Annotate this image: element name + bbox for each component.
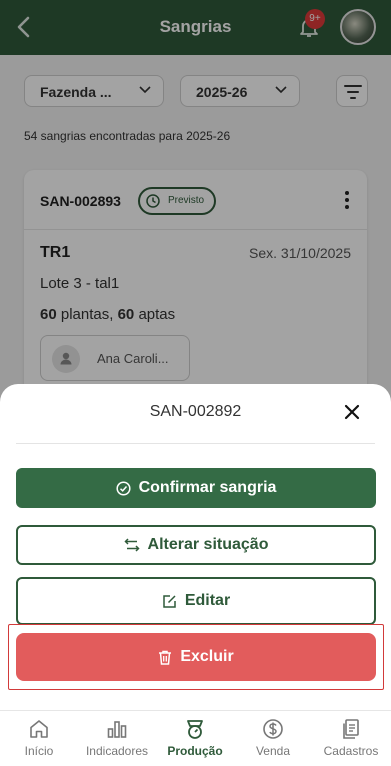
nav-item-cadastros[interactable]: Cadastros (312, 711, 390, 766)
edit-icon (163, 594, 176, 608)
nav-label: Venda (255, 744, 291, 758)
bottom-navigation: Início Indicadores Produção Venda Cadast… (0, 710, 391, 766)
close-icon[interactable] (343, 403, 361, 421)
nav-item-producao[interactable]: Produção (156, 711, 234, 766)
sheet-divider (16, 443, 375, 444)
nav-label: Início (24, 744, 54, 758)
confirm-sangria-button[interactable]: Confirmar sangria (16, 468, 376, 508)
nav-item-indicadores[interactable]: Indicadores (78, 711, 156, 766)
trash-icon (159, 650, 172, 665)
edit-button[interactable]: Editar (16, 577, 376, 625)
confirm-sangria-label: Confirmar sangria (138, 479, 277, 496)
nav-label: Produção (167, 744, 223, 758)
delete-label: Excluir (180, 648, 234, 665)
home-icon (30, 720, 48, 738)
scale-icon (187, 720, 203, 739)
nav-label: Cadastros (323, 744, 379, 758)
check-circle-icon (116, 480, 131, 496)
alter-status-button[interactable]: Alterar situação (16, 525, 376, 565)
documents-icon (343, 719, 359, 739)
dollar-icon (263, 719, 283, 739)
nav-label: Indicadores (85, 744, 149, 758)
sheet-title: SAN-002892 (149, 403, 242, 420)
nav-item-venda[interactable]: Venda (234, 711, 312, 766)
actions-bottom-sheet: SAN-002892 Confirmar sangria Alterar sit… (0, 384, 391, 710)
bar-chart-icon (107, 721, 127, 738)
delete-button[interactable]: Excluir (16, 633, 376, 681)
swap-arrows-icon (123, 538, 140, 552)
nav-item-inicio[interactable]: Início (0, 711, 78, 766)
edit-label: Editar (184, 592, 231, 609)
alter-status-label: Alterar situação (147, 536, 269, 553)
